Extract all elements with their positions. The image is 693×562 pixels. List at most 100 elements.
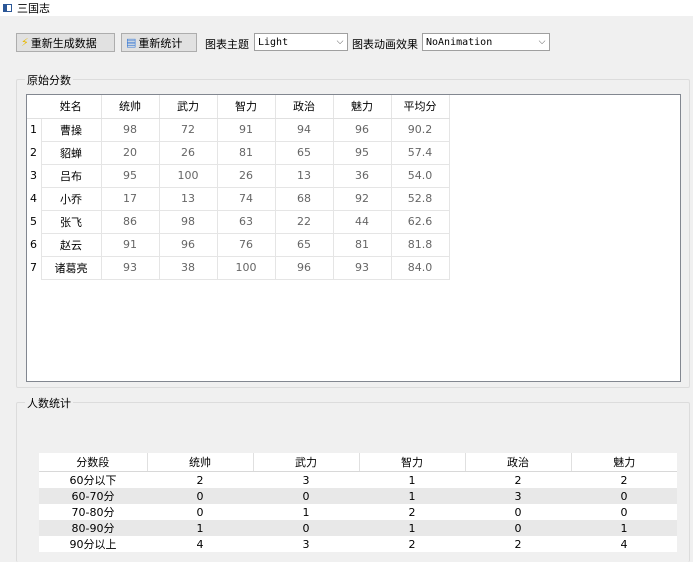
score-cell[interactable]: 96 bbox=[274, 255, 334, 280]
score-cell[interactable]: 84.0 bbox=[390, 255, 450, 280]
count-cell[interactable]: 1 bbox=[147, 520, 253, 536]
name-cell[interactable]: 貂蝉 bbox=[40, 140, 102, 165]
count-cell[interactable]: 2 bbox=[465, 471, 571, 488]
count-cell[interactable]: 2 bbox=[465, 536, 571, 552]
name-cell[interactable]: 张飞 bbox=[40, 209, 102, 234]
count-cell[interactable]: 0 bbox=[571, 504, 677, 520]
score-cell[interactable]: 92 bbox=[332, 186, 392, 211]
count-cell[interactable]: 1 bbox=[359, 471, 465, 488]
score-cell[interactable]: 20 bbox=[100, 140, 160, 165]
score-cell[interactable]: 13 bbox=[274, 163, 334, 188]
count-cell[interactable]: 0 bbox=[253, 488, 359, 504]
count-cell[interactable]: 0 bbox=[465, 504, 571, 520]
column-header[interactable]: 政治 bbox=[464, 453, 571, 472]
count-cell[interactable]: 4 bbox=[571, 536, 677, 552]
score-cell[interactable]: 91 bbox=[216, 117, 276, 142]
score-cell[interactable]: 74 bbox=[216, 186, 276, 211]
column-header[interactable]: 智力 bbox=[217, 95, 276, 119]
score-cell[interactable]: 26 bbox=[158, 140, 218, 165]
count-cell[interactable]: 3 bbox=[253, 471, 359, 488]
score-cell[interactable]: 81 bbox=[216, 140, 276, 165]
row-number[interactable]: 5 bbox=[27, 210, 41, 233]
score-cell[interactable]: 65 bbox=[274, 232, 334, 257]
score-cell[interactable]: 93 bbox=[332, 255, 392, 280]
name-cell[interactable]: 小乔 bbox=[40, 186, 102, 211]
column-header[interactable]: 武力 bbox=[159, 95, 218, 119]
score-cell[interactable]: 22 bbox=[274, 209, 334, 234]
score-cell[interactable]: 62.6 bbox=[390, 209, 450, 234]
corner-cell[interactable] bbox=[27, 95, 41, 119]
score-cell[interactable]: 96 bbox=[158, 232, 218, 257]
score-table-view[interactable]: 姓名 统帅 武力 智力 政治 魅力 平均分 1 曹操 98 72 91 94 96 90.2 2… bbox=[26, 94, 681, 382]
count-cell[interactable]: 4 bbox=[147, 536, 253, 552]
score-cell[interactable]: 65 bbox=[274, 140, 334, 165]
count-cell[interactable]: 0 bbox=[253, 520, 359, 536]
column-header[interactable]: 智力 bbox=[358, 453, 465, 472]
name-cell[interactable]: 诸葛亮 bbox=[40, 255, 102, 280]
row-number[interactable]: 1 bbox=[27, 118, 41, 141]
count-cell[interactable]: 1 bbox=[571, 520, 677, 536]
score-cell[interactable]: 95 bbox=[332, 140, 392, 165]
range-cell[interactable]: 60分以下 bbox=[39, 471, 147, 488]
score-cell[interactable]: 81.8 bbox=[390, 232, 450, 257]
score-cell[interactable]: 76 bbox=[216, 232, 276, 257]
score-cell[interactable]: 93 bbox=[100, 255, 160, 280]
column-header[interactable]: 姓名 bbox=[41, 95, 102, 119]
score-cell[interactable]: 100 bbox=[158, 163, 218, 188]
row-number[interactable]: 7 bbox=[27, 256, 41, 279]
score-cell[interactable]: 98 bbox=[158, 209, 218, 234]
name-cell[interactable]: 吕布 bbox=[40, 163, 102, 188]
count-cell[interactable]: 2 bbox=[571, 471, 677, 488]
score-cell[interactable]: 68 bbox=[274, 186, 334, 211]
score-cell[interactable]: 36 bbox=[332, 163, 392, 188]
score-cell[interactable]: 54.0 bbox=[390, 163, 450, 188]
count-cell[interactable]: 3 bbox=[253, 536, 359, 552]
column-header[interactable]: 魅力 bbox=[570, 453, 677, 472]
stats-table-view[interactable]: 分数段 统帅 武力 智力 政治 魅力 60分以下 2 3 1 2 2 60-70分 0 0 1 3 0… bbox=[39, 453, 677, 552]
score-cell[interactable]: 13 bbox=[158, 186, 218, 211]
count-cell[interactable]: 2 bbox=[359, 504, 465, 520]
column-header[interactable]: 分数段 bbox=[39, 453, 147, 472]
range-cell[interactable]: 80-90分 bbox=[39, 520, 147, 536]
theme-select[interactable]: Light ⌵ bbox=[254, 33, 348, 51]
column-header[interactable]: 政治 bbox=[275, 95, 334, 119]
count-cell[interactable]: 2 bbox=[147, 471, 253, 488]
score-cell[interactable]: 81 bbox=[332, 232, 392, 257]
count-cell[interactable]: 1 bbox=[359, 520, 465, 536]
score-cell[interactable]: 72 bbox=[158, 117, 218, 142]
score-cell[interactable]: 63 bbox=[216, 209, 276, 234]
column-header[interactable]: 武力 bbox=[252, 453, 359, 472]
regenerate-data-button[interactable]: ⚡ 重新生成数据 bbox=[16, 33, 115, 52]
animation-select[interactable]: NoAnimation ⌵ bbox=[422, 33, 550, 51]
score-cell[interactable]: 100 bbox=[216, 255, 276, 280]
score-cell[interactable]: 57.4 bbox=[390, 140, 450, 165]
name-cell[interactable]: 赵云 bbox=[40, 232, 102, 257]
count-cell[interactable]: 3 bbox=[465, 488, 571, 504]
range-cell[interactable]: 60-70分 bbox=[39, 488, 147, 504]
count-cell[interactable]: 2 bbox=[359, 536, 465, 552]
count-cell[interactable]: 0 bbox=[571, 488, 677, 504]
score-cell[interactable]: 90.2 bbox=[390, 117, 450, 142]
score-cell[interactable]: 98 bbox=[100, 117, 160, 142]
score-cell[interactable]: 17 bbox=[100, 186, 160, 211]
count-cell[interactable]: 0 bbox=[147, 504, 253, 520]
score-cell[interactable]: 95 bbox=[100, 163, 160, 188]
score-cell[interactable]: 26 bbox=[216, 163, 276, 188]
column-header[interactable]: 魅力 bbox=[333, 95, 392, 119]
score-cell[interactable]: 96 bbox=[332, 117, 392, 142]
row-number[interactable]: 3 bbox=[27, 164, 41, 187]
count-cell[interactable]: 0 bbox=[147, 488, 253, 504]
score-cell[interactable]: 52.8 bbox=[390, 186, 450, 211]
recount-button[interactable]: ▤ 重新统计 bbox=[121, 33, 197, 52]
row-number[interactable]: 6 bbox=[27, 233, 41, 256]
range-cell[interactable]: 70-80分 bbox=[39, 504, 147, 520]
score-cell[interactable]: 44 bbox=[332, 209, 392, 234]
column-header[interactable]: 统帅 bbox=[146, 453, 253, 472]
column-header[interactable]: 统帅 bbox=[101, 95, 160, 119]
row-number[interactable]: 2 bbox=[27, 141, 41, 164]
column-header[interactable]: 平均分 bbox=[391, 95, 450, 119]
range-cell[interactable]: 90分以上 bbox=[39, 536, 147, 552]
row-number[interactable]: 4 bbox=[27, 187, 41, 210]
score-cell[interactable]: 86 bbox=[100, 209, 160, 234]
count-cell[interactable]: 0 bbox=[465, 520, 571, 536]
